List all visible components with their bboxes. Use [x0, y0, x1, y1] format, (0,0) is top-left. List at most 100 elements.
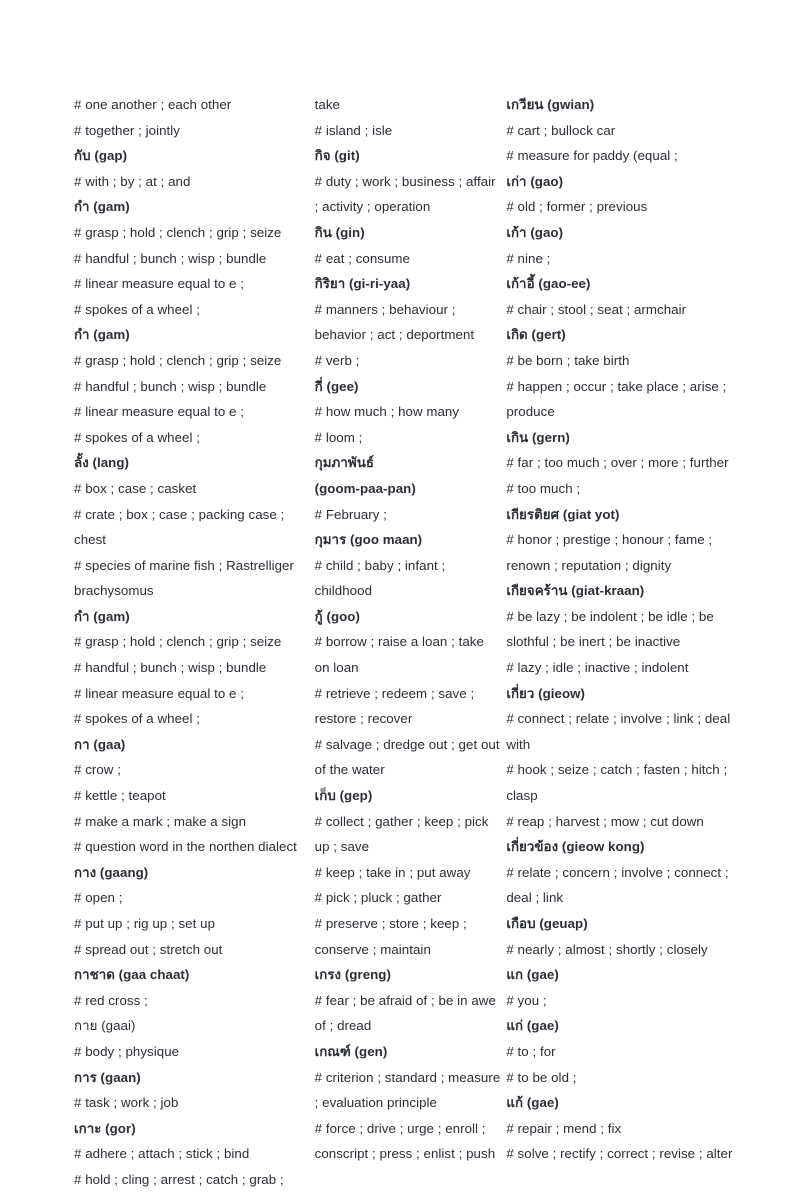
dictionary-definition-line: # collect ; gather ; keep ; pick up ; sa… [314, 813, 489, 855]
dictionary-definition-line: # how much ; how many [314, 404, 460, 420]
dictionary-definition-line: # connect ; relate ; involve ; link ; de… [506, 711, 731, 752]
dictionary-definition-line: # old ; former ; previous [506, 199, 648, 215]
dictionary-headword: กา (gaa) [74, 736, 126, 752]
dictionary-definition-line: # salvage ; dredge out ; get out of the … [314, 736, 500, 778]
dictionary-headword: เกียรติยศ (giat yot) [506, 506, 620, 522]
dictionary-headword: เก้า (gao) [506, 224, 564, 240]
dictionary-headword: เกณฑ์ (gen) [314, 1043, 388, 1059]
dictionary-definition-line: # eat ; consume [314, 250, 411, 266]
dictionary-definition-line: # repair ; mend ; fix [506, 1120, 622, 1136]
dictionary-definition-line: # spread out ; stretch out [74, 941, 223, 957]
dictionary-definition-line: # together ; jointly [74, 122, 180, 138]
dictionary-definition-line: # to ; for [506, 1043, 556, 1059]
dictionary-definition-line: # verb ; [314, 352, 360, 368]
dictionary-headword: เก่า (gao) [506, 173, 564, 189]
dictionary-definition-line: # species of marine fish ; Rastrelliger … [74, 557, 294, 599]
dictionary-definition-line: # grasp ; hold ; clench ; grip ; seize [74, 224, 282, 240]
dictionary-headword: แก่ (gae) [506, 1018, 559, 1034]
dictionary-definition-line: กาย (gaai) [74, 1018, 136, 1034]
dictionary-headword: กาง (gaang) [74, 864, 149, 880]
dictionary-headword: เกิด (gert) [506, 327, 566, 343]
dictionary-definition-line: # spokes of a wheel ; [74, 301, 200, 317]
dictionary-definition-line: # honor ; prestige ; honour ; fame ; ren… [506, 532, 713, 573]
dictionary-definition-line: # criterion ; standard ; measure ; evalu… [314, 1069, 501, 1111]
dictionary-definition-line: # lazy ; idle ; inactive ; indolent [506, 660, 689, 676]
dictionary-column-1: # one another ; each other # together ; j… [74, 92, 306, 1193]
dictionary-definition-line: # open ; [74, 890, 123, 906]
dictionary-definition-line: # handful ; bunch ; wisp ; bundle [74, 660, 267, 676]
dictionary-definition-line: # hook ; seize ; catch ; fasten ; hitch … [506, 762, 728, 804]
dictionary-headword: เกรง (greng) [314, 967, 391, 983]
dictionary-definition-line: # linear measure equal to e ; [74, 404, 244, 420]
dictionary-column-2: take # island ; isle กิจ (git) # duty ; wor… [315, 92, 501, 1167]
dictionary-headword: กำ (gam) [74, 608, 130, 624]
dictionary-headword: กิจ (git) [314, 148, 360, 164]
dictionary-definition-line: # linear measure equal to e ; [74, 276, 244, 292]
dictionary-definition-line: # measure for paddy (equal ; [506, 148, 678, 164]
dictionary-definition-line: # reap ; harvest ; mow ; cut down [506, 813, 704, 829]
dictionary-definition-line: # fear ; be afraid of ; be in awe of ; d… [314, 992, 496, 1034]
dictionary-headword: เก็บ (gep) [314, 788, 373, 804]
dictionary-definition-line: # spokes of a wheel ; [74, 429, 200, 445]
dictionary-definition-line: # relate ; concern ; involve ; connect ;… [506, 864, 729, 906]
dictionary-headword: กาชาด (gaa chaat) [74, 967, 190, 983]
dictionary-definition-line: # put up ; rig up ; set up [74, 916, 216, 931]
dictionary-definition-line: # child ; baby ; infant ; childhood [314, 557, 446, 599]
dictionary-headword: กำ (gam) [74, 327, 130, 343]
dictionary-definition-line: # loom ; [314, 429, 363, 445]
dictionary-definition-line: # to be old ; [506, 1069, 577, 1085]
dictionary-definition-line: # nine ; [506, 250, 551, 266]
dictionary-definition-line: # crate ; box ; case ; packing case ; ch… [74, 506, 285, 548]
dictionary-headword: เกี่ยวข้อง (gieow kong) [506, 839, 645, 855]
dictionary-definition-line: # February ; [314, 506, 387, 522]
dictionary-headword: กี่ (gee) [314, 378, 359, 394]
dictionary-definition-line: # red cross ; [74, 992, 148, 1008]
dictionary-definition-line: # pick ; pluck ; gather [314, 890, 442, 906]
dictionary-headword: แก้ (gae) [506, 1095, 559, 1111]
dictionary-columns: # one another ; each other # together ; j… [74, 92, 734, 1193]
dictionary-definition-line: # be lazy ; be indolent ; be idle ; be s… [506, 608, 714, 650]
dictionary-headword: การ (gaan) [74, 1069, 141, 1085]
dictionary-definition-line: # duty ; work ; business ; affair ; acti… [314, 173, 496, 215]
dictionary-headword: กับ (gap) [74, 148, 128, 164]
dictionary-headword: เกวียน (gwian) [506, 97, 595, 112]
dictionary-headword: เก้าอี้ (gao-ee) [506, 276, 591, 292]
dictionary-headword: เกียจคร้าน (giat-kraan) [506, 583, 645, 599]
dictionary-headword: กำ (gam) [74, 199, 130, 215]
dictionary-definition-line: # borrow ; raise a loan ; take on loan [314, 634, 484, 676]
dictionary-definition-line: # keep ; take in ; put away [314, 864, 471, 880]
dictionary-headword: เกาะ (gor) [74, 1120, 136, 1136]
dictionary-definition-line: # be born ; take birth [506, 352, 630, 368]
dictionary-definition-line: # too much ; [506, 480, 581, 496]
dictionary-definition-line: # body ; physique [74, 1043, 180, 1059]
dictionary-headword: ลั้ง (lang) [74, 455, 129, 471]
dictionary-definition-line: # handful ; bunch ; wisp ; bundle [74, 378, 267, 394]
dictionary-headword: กิน (gin) [314, 224, 365, 240]
dictionary-definition-line: # make a mark ; make a sign [74, 813, 247, 829]
dictionary-definition-line: # far ; too much ; over ; more ; further [506, 455, 729, 471]
dictionary-headword: เกือบ (geuap) [506, 916, 588, 931]
dictionary-headword: (goom-paa-pan) [314, 480, 416, 496]
dictionary-column-3: เกวียน (gwian) # cart ; bullock car # meas… [506, 92, 734, 1167]
dictionary-definition-line: # cart ; bullock car [506, 122, 616, 138]
dictionary-headword: เกี่ยว (gieow) [506, 685, 586, 701]
dictionary-definition-line: # chair ; stool ; seat ; armchair [506, 301, 687, 317]
dictionary-definition-line: # island ; isle [314, 122, 393, 138]
dictionary-headword: แก (gae) [506, 967, 559, 983]
dictionary-definition-line: # retrieve ; redeem ; save ; restore ; r… [314, 685, 475, 727]
dictionary-definition-line: # grasp ; hold ; clench ; grip ; seize [74, 352, 282, 368]
dictionary-definition-line: # manners ; behaviour ; behavior ; act ;… [314, 301, 475, 343]
dictionary-definition-line: # linear measure equal to e ; [74, 685, 244, 701]
dictionary-headword: กุมภาพันธ์ [314, 455, 375, 471]
dictionary-definition-line: # box ; case ; casket [74, 480, 197, 496]
dictionary-definition-line: # one another ; each other [74, 97, 232, 112]
dictionary-definition-line: # task ; work ; job [74, 1095, 179, 1111]
dictionary-headword: กู้ (goo) [314, 608, 360, 624]
dictionary-definition-line: # spokes of a wheel ; [74, 711, 200, 727]
dictionary-definition-line: # happen ; occur ; take place ; arise ; … [506, 378, 727, 420]
dictionary-definition-line: # preserve ; store ; keep ; conserve ; m… [314, 916, 467, 957]
dictionary-definition-line: take [314, 97, 340, 112]
dictionary-definition-line: # adhere ; attach ; stick ; bind [74, 1146, 250, 1162]
dictionary-definition-line: # handful ; bunch ; wisp ; bundle [74, 250, 267, 266]
dictionary-headword: เกิน (gern) [506, 429, 570, 445]
